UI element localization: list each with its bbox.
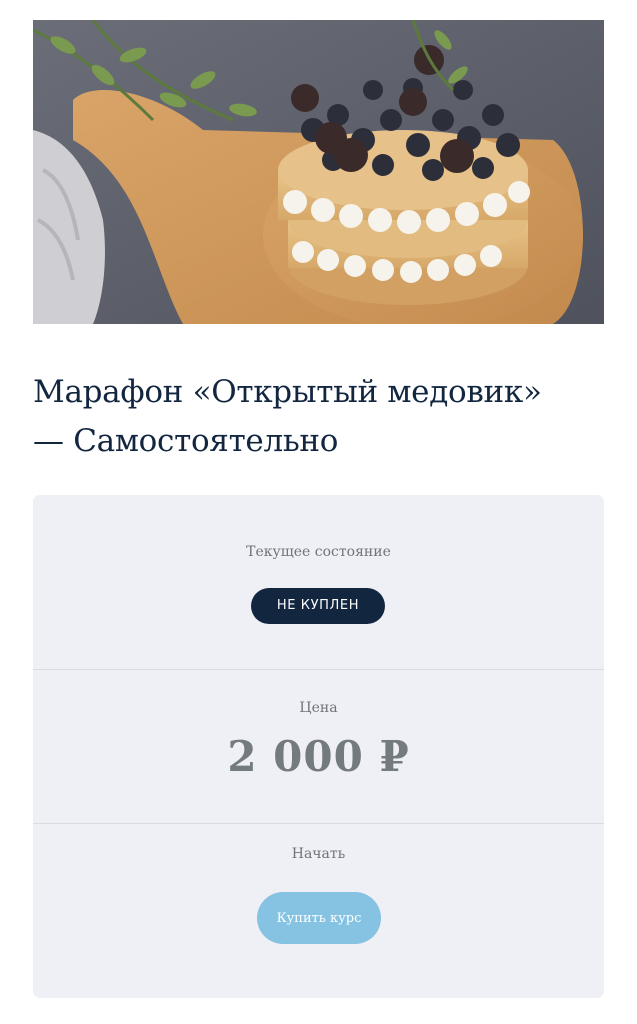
course-title-line-1: Марафон «Открытый медовик»	[33, 374, 542, 410]
price-label: Цена	[299, 700, 338, 716]
status-section: Текущее состояние НЕ КУПЛЕН	[33, 495, 604, 669]
buy-course-button[interactable]: Купить курс	[257, 892, 381, 944]
start-section: Начать Купить курс	[33, 824, 604, 998]
course-title-line-2: — Самостоятельно	[33, 423, 339, 459]
course-info-card: Текущее состояние НЕ КУПЛЕН Цена 2 000 ₽…	[33, 495, 604, 998]
start-label: Начать	[291, 846, 346, 862]
status-label: Текущее состояние	[246, 544, 391, 560]
price-section: Цена 2 000 ₽	[33, 670, 604, 823]
course-cover-image	[33, 20, 604, 324]
course-title: Марафон «Открытый медовик» — Самостоятел…	[33, 368, 613, 466]
price-value: 2 000 ₽	[227, 732, 410, 781]
status-badge: НЕ КУПЛЕН	[251, 588, 385, 624]
